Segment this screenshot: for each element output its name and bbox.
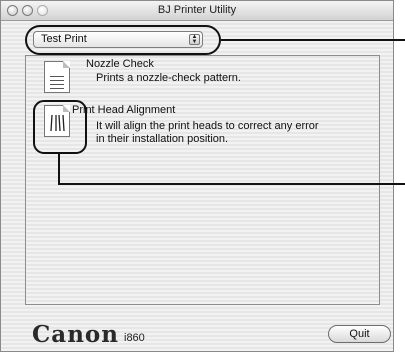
popup-callout-outline: [25, 25, 221, 55]
brand-logo: Canon: [32, 321, 119, 348]
popup-callout-line: [221, 39, 405, 41]
print-head-alignment-title[interactable]: Print Head Alignment: [72, 104, 175, 116]
title-bar: BJ Printer Utility: [1, 1, 393, 21]
nozzle-check-icon[interactable]: [44, 61, 70, 93]
quit-button[interactable]: Quit: [328, 325, 391, 343]
alignment-callout-outline: [33, 100, 87, 154]
alignment-callout-line-vertical: [58, 154, 60, 185]
printer-model: i860: [124, 332, 145, 344]
pattern-line: [50, 76, 64, 77]
nozzle-check-title[interactable]: Nozzle Check: [86, 58, 154, 70]
alignment-callout-line-horizontal: [58, 183, 405, 185]
print-head-alignment-description-line1: It will align the print heads to correct…: [96, 120, 319, 132]
page-fold-icon: [63, 61, 70, 68]
pattern-line: [50, 80, 64, 81]
function-list-panel: [25, 55, 380, 305]
pattern-line: [50, 84, 64, 85]
window-title: BJ Printer Utility: [157, 4, 237, 16]
nozzle-check-description: Prints a nozzle-check pattern.: [96, 72, 241, 84]
pattern-line: [50, 88, 64, 89]
print-head-alignment-description-line2: in their installation position.: [96, 133, 229, 145]
